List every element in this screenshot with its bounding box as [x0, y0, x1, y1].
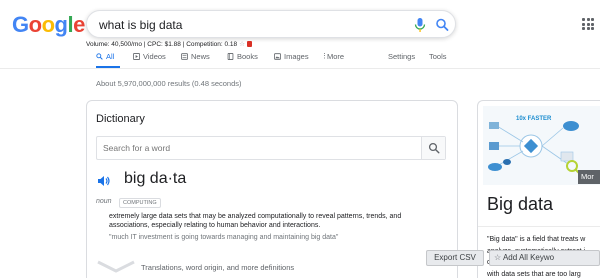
description-line: "Big data" is a field that treats w — [487, 236, 586, 243]
example-text: "much IT investment is going towards man… — [109, 234, 339, 241]
more-vert-icon: ⋮ — [321, 52, 328, 60]
apps-grid-icon[interactable] — [582, 18, 594, 30]
more-images-button[interactable]: Mor — [578, 170, 600, 184]
tab-settings[interactable]: Settings — [388, 52, 415, 61]
knowledge-panel-title: Big data — [487, 194, 554, 214]
definition-text: extremely large data sets that may be an… — [109, 213, 402, 229]
logo-letter: g — [54, 12, 68, 37]
dictionary-card — [86, 100, 458, 278]
dictionary-search-box[interactable] — [96, 136, 446, 160]
star-icon[interactable]: ☆ — [239, 41, 245, 48]
keyword-stats-text: Volume: 40,500/mo | CPC: $1.88 | Competi… — [86, 41, 238, 48]
search-icon — [96, 53, 103, 60]
logo-letter: o — [28, 12, 42, 37]
subject-label: COMPUTING — [119, 198, 161, 208]
dictionary-word: big da·ta — [124, 170, 187, 187]
more-definitions-link[interactable]: Translations, word origin, and more defi… — [141, 263, 294, 272]
dictionary-search-button[interactable] — [421, 137, 445, 159]
star-icon: ☆ — [494, 253, 502, 262]
search-input[interactable] — [99, 16, 379, 34]
part-of-speech: noun — [96, 198, 112, 205]
search-icon[interactable] — [435, 17, 449, 33]
logo-letter: e — [73, 12, 85, 37]
google-logo[interactable]: Google — [12, 12, 85, 38]
add-all-keywords-button[interactable]: ☆ Add All Keywo — [489, 250, 600, 266]
microphone-icon[interactable] — [413, 17, 427, 33]
description-line: with data sets that are too larg — [487, 270, 581, 278]
chevron-down-icon[interactable] — [96, 258, 136, 274]
tab-videos[interactable]: Videos — [133, 52, 166, 61]
tab-label: Settings — [388, 52, 416, 61]
tab-images[interactable]: Images — [274, 52, 309, 61]
diagram-label: 10x FASTER — [516, 116, 552, 122]
video-icon — [133, 53, 140, 60]
tab-label: All — [106, 52, 115, 61]
tab-label: More — [327, 52, 345, 61]
logo-letter: o — [41, 12, 55, 37]
dictionary-search-input[interactable] — [103, 141, 403, 155]
tab-label: Books — [237, 52, 258, 61]
export-csv-button[interactable]: Export CSV — [426, 250, 484, 266]
dictionary-title: Dictionary — [96, 113, 145, 125]
book-icon — [227, 53, 234, 60]
tab-label: Images — [284, 52, 309, 61]
tab-books[interactable]: Books — [227, 52, 258, 61]
news-icon — [181, 53, 188, 60]
tab-all[interactable]: All — [96, 52, 114, 61]
tab-label: News — [191, 52, 210, 61]
add-all-keywords-label: Add All Keywo — [502, 253, 555, 262]
result-stats: About 5,970,000,000 results (0.48 second… — [96, 79, 242, 88]
knowledge-panel-divider — [478, 226, 600, 227]
image-icon — [274, 53, 281, 60]
tab-label: Videos — [143, 52, 166, 61]
tabs-divider — [0, 68, 600, 69]
tab-news[interactable]: News — [181, 52, 210, 61]
download-icon[interactable] — [247, 41, 252, 47]
pronunciation-speaker-icon[interactable] — [97, 175, 111, 187]
search-icon — [428, 142, 440, 154]
keyword-stats: Volume: 40,500/mo | CPC: $1.88 | Competi… — [86, 40, 252, 48]
tab-tools[interactable]: Tools — [429, 52, 447, 61]
tab-more[interactable]: ⋮ More — [321, 52, 344, 61]
logo-letter: G — [12, 12, 29, 37]
tab-label: Tools — [429, 52, 447, 61]
search-box[interactable] — [86, 10, 456, 38]
